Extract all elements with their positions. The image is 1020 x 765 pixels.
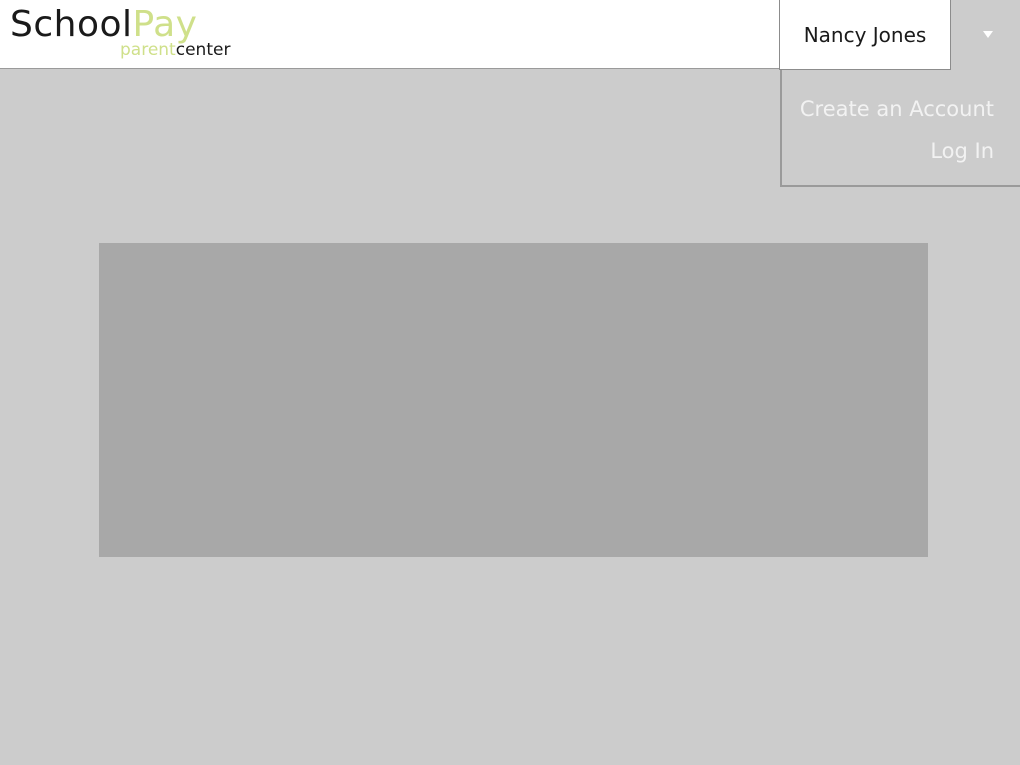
user-account-button[interactable]: Nancy Jones xyxy=(779,0,951,70)
logo-subtitle: parentcenter xyxy=(120,40,230,60)
account-dropdown-toggle[interactable] xyxy=(951,0,1020,70)
logo-parent-text: parent xyxy=(120,40,176,60)
menu-item-log-in[interactable]: Log In xyxy=(930,139,994,163)
schoolpay-logo[interactable]: SchoolPay parentcenter xyxy=(10,4,240,64)
logo-pay-text: Pay xyxy=(132,4,198,45)
logo-center-text: center xyxy=(175,40,231,60)
account-dropdown-menu: Create an Account Log In xyxy=(780,70,1020,187)
chevron-down-icon xyxy=(982,30,993,38)
user-name: Nancy Jones xyxy=(803,22,927,47)
content-placeholder-panel xyxy=(99,243,928,557)
menu-item-create-account[interactable]: Create an Account xyxy=(800,97,994,121)
logo-school-text: School xyxy=(10,4,133,45)
